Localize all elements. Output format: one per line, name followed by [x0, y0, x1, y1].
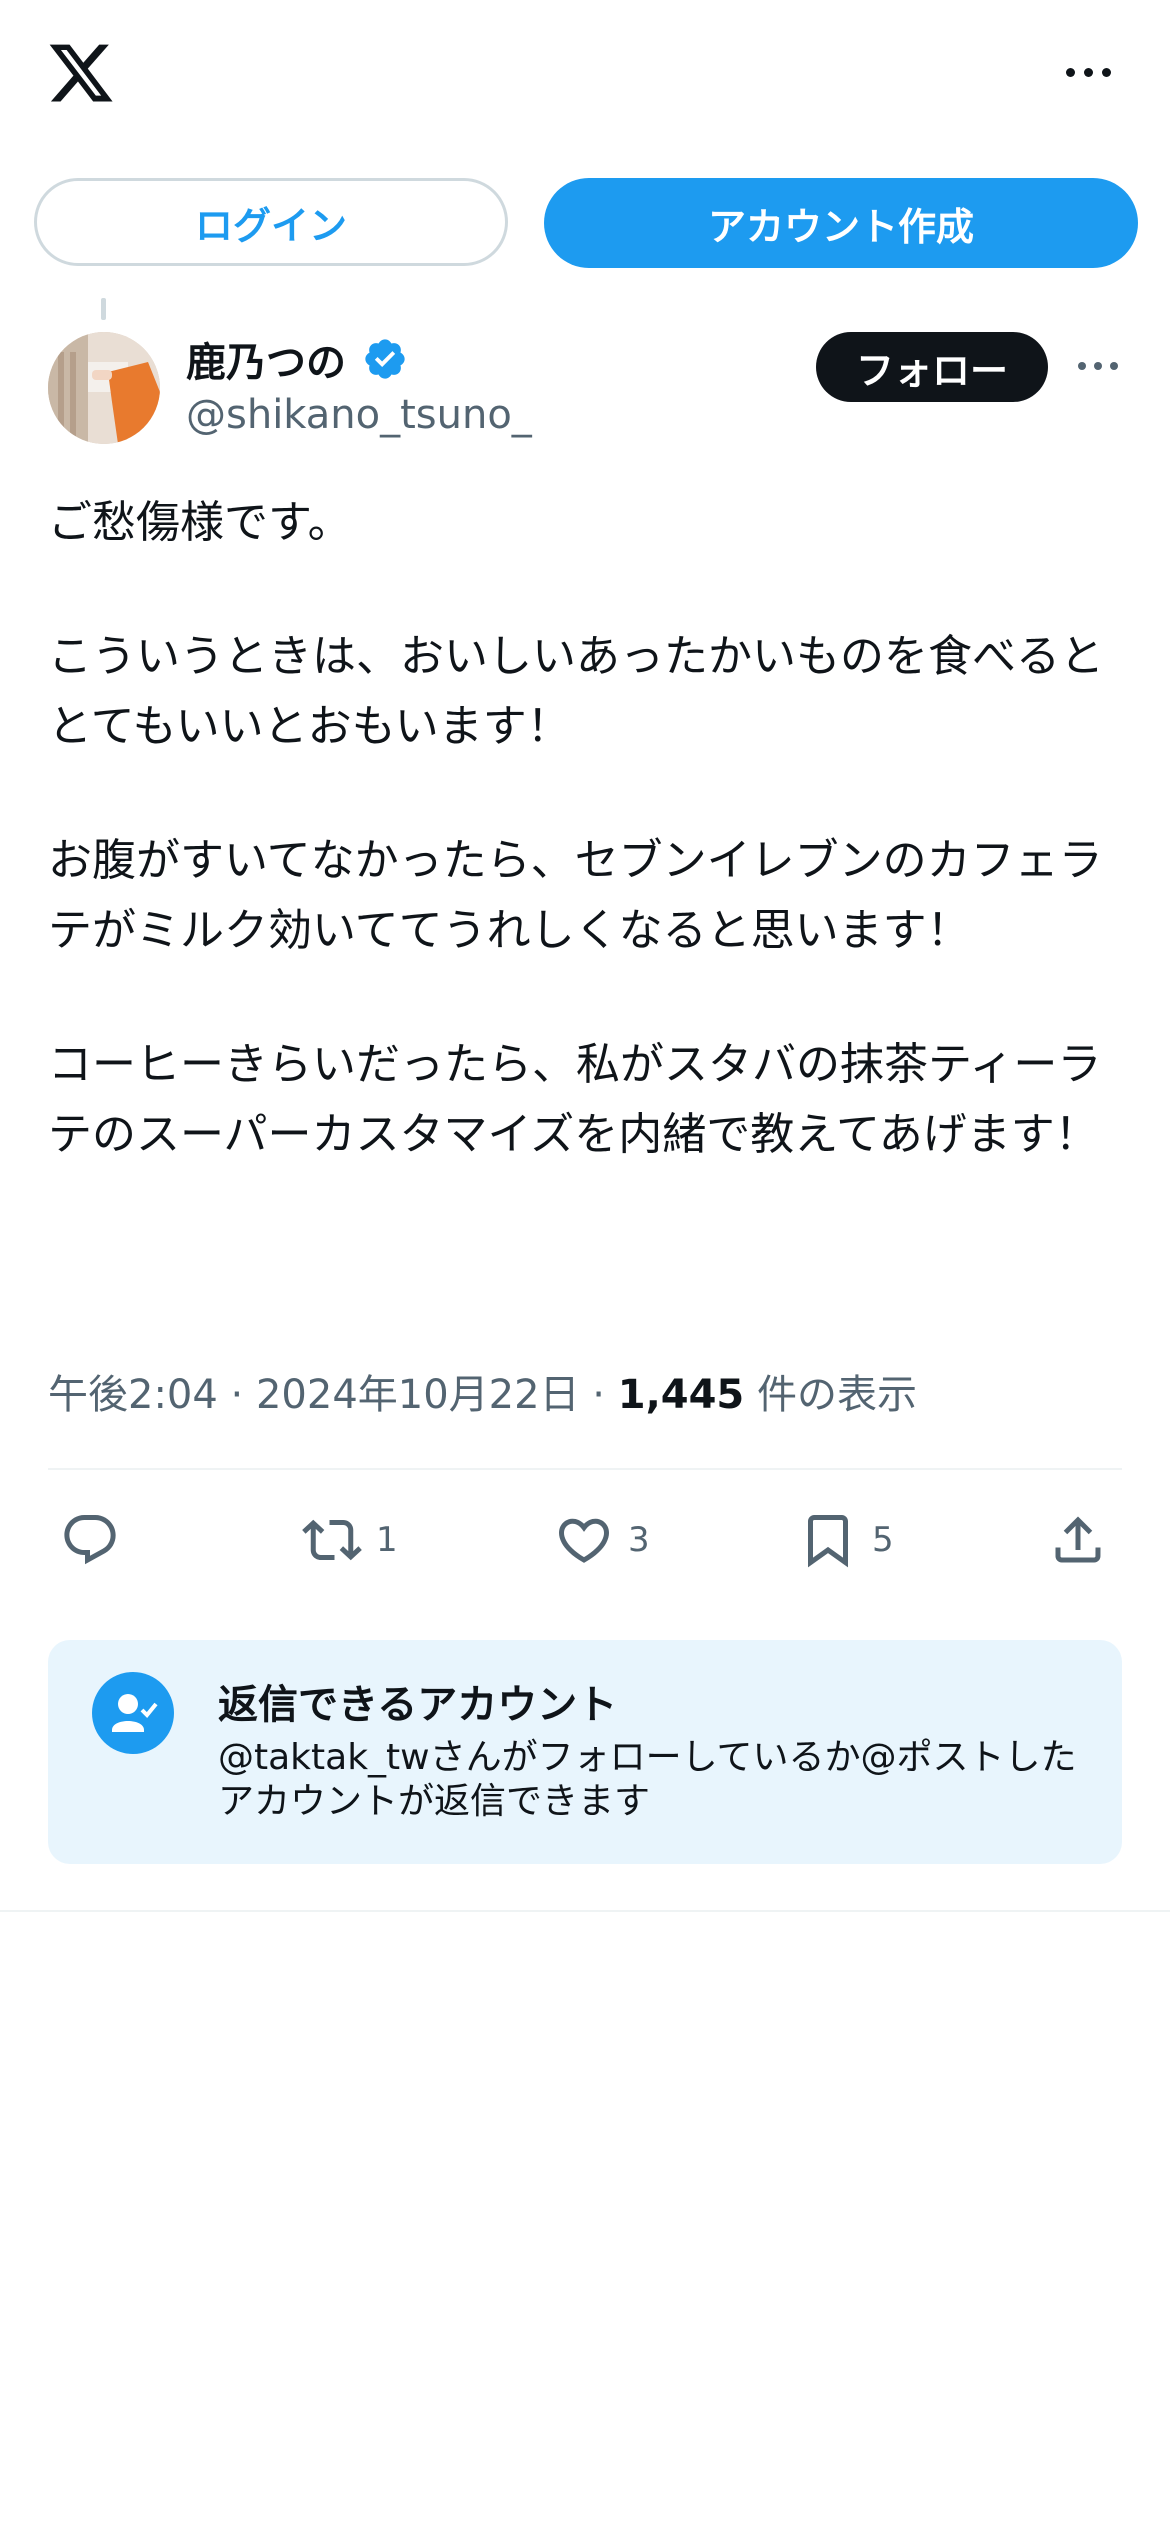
tweet-paragraph: ご愁傷様です。: [48, 497, 352, 548]
tweet-paragraph: お腹がすいてなかったら、セブンイレブンのカフェラテがミルク効いててうれしくなると…: [48, 835, 1103, 956]
tweet-time[interactable]: 午後2:04: [48, 1372, 218, 1418]
tweet-actions: 1 3 5: [0, 1500, 1170, 1580]
reply-restriction-card: 返信できるアカウント @taktak_twさんがフォローしているか@ポストしたア…: [48, 1640, 1122, 1864]
reply-restriction-icon: [92, 1672, 174, 1754]
author-name[interactable]: 鹿乃つの: [186, 330, 346, 388]
like-count: 3: [628, 1520, 650, 1560]
tweet-meta: 午後2:04 · 2024年10月22日 · 1,445 件の表示: [48, 1362, 917, 1420]
create-account-button[interactable]: アカウント作成: [544, 178, 1138, 268]
tweet-more-icon[interactable]: [1074, 352, 1124, 382]
bookmark-count: 5: [872, 1520, 894, 1560]
retweet-count: 1: [376, 1520, 398, 1560]
divider: [48, 1468, 1122, 1470]
x-logo-icon[interactable]: [46, 38, 116, 108]
bookmark-icon: [808, 1515, 848, 1568]
meta-separator: ·: [230, 1372, 244, 1418]
thread-connector-line: [101, 298, 106, 320]
more-options-icon[interactable]: [1060, 58, 1120, 88]
author-handle[interactable]: @shikano_tsuno_: [186, 392, 532, 438]
avatar[interactable]: [48, 332, 160, 444]
view-count-label: 件の表示: [756, 1372, 917, 1418]
reply-restriction-title: 返信できるアカウント: [218, 1682, 618, 1728]
divider: [0, 1910, 1170, 1912]
tweet-paragraph: こういうときは、おいしいあったかいものを食べるととてもいいとおもいます！: [48, 631, 1104, 752]
top-bar: [0, 0, 1170, 150]
share-button[interactable]: [1048, 1500, 1108, 1580]
meta-separator: ·: [592, 1372, 606, 1418]
reply-restriction-description: @taktak_twさんがフォローしているか@ポストしたアカウントが返信できます: [218, 1737, 1077, 1822]
tweet-paragraph: コーヒーきらいだったら、私がスタバの抹茶ティーラテのスーパーカスタマイズを内緒で…: [48, 1039, 1102, 1160]
auth-buttons: ログイン アカウント作成: [0, 178, 1170, 270]
login-button[interactable]: ログイン: [34, 178, 508, 266]
reply-button[interactable]: [60, 1500, 120, 1580]
tweet-text: ご愁傷様です。 こういうときは、おいしいあったかいものを食べるととてもいいとおも…: [48, 488, 1128, 1170]
share-icon: [1055, 1516, 1101, 1563]
retweet-icon: [302, 1519, 362, 1561]
like-button[interactable]: 3: [554, 1500, 650, 1580]
view-count: 1,445: [617, 1372, 745, 1418]
reply-icon: [64, 1515, 116, 1565]
follow-button[interactable]: フォロー: [816, 332, 1048, 402]
retweet-button[interactable]: 1: [302, 1500, 398, 1580]
verified-badge-icon: [365, 339, 405, 379]
tweet-date[interactable]: 2024年10月22日: [256, 1372, 580, 1418]
heart-icon: [558, 1518, 610, 1563]
bookmark-button[interactable]: 5: [798, 1500, 894, 1580]
